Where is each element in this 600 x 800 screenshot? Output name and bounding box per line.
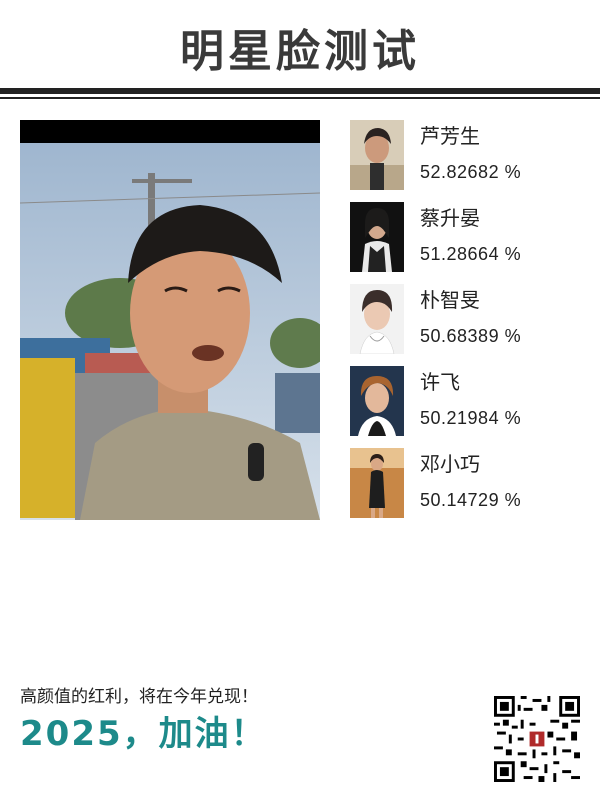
celebrity-thumbnail (350, 120, 404, 190)
match-item: 朴智旻 50.68389 % (350, 284, 580, 356)
page-title: 明星脸测试 (180, 26, 420, 77)
celebrity-thumbnail (350, 366, 404, 436)
user-photo (20, 120, 320, 520)
footer-slogan: 2025，加油！ (20, 714, 267, 754)
match-item: 邓小巧 50.14729 % (350, 448, 580, 520)
match-score: 50.68389 % (420, 326, 522, 346)
match-score: 52.82682 % (420, 162, 522, 182)
match-name: 邓小巧 (420, 452, 480, 476)
match-score: 50.14729 % (420, 490, 522, 510)
match-item: 蔡升晏 51.28664 % (350, 202, 580, 274)
celebrity-thumbnail (350, 202, 404, 272)
user-photo-illustration (20, 143, 320, 520)
match-name: 蔡升晏 (420, 206, 480, 230)
match-item: 芦芳生 52.82682 % (350, 120, 580, 192)
match-item: 许飞 50.21984 % (350, 366, 580, 438)
match-score: 51.28664 % (420, 244, 522, 264)
photo-letterbox-bar (20, 120, 320, 143)
header-divider-thick (0, 88, 600, 94)
footer-tagline: 高颜值的红利，将在今年兑现！ (20, 687, 258, 707)
header-divider-thin (0, 97, 600, 99)
match-score: 50.21984 % (420, 408, 522, 428)
match-name: 许飞 (420, 370, 460, 394)
match-name: 芦芳生 (420, 124, 480, 148)
celebrity-thumbnail (350, 284, 404, 354)
qr-code[interactable] (494, 696, 580, 782)
celebrity-thumbnail (350, 448, 404, 518)
match-name: 朴智旻 (420, 288, 480, 312)
